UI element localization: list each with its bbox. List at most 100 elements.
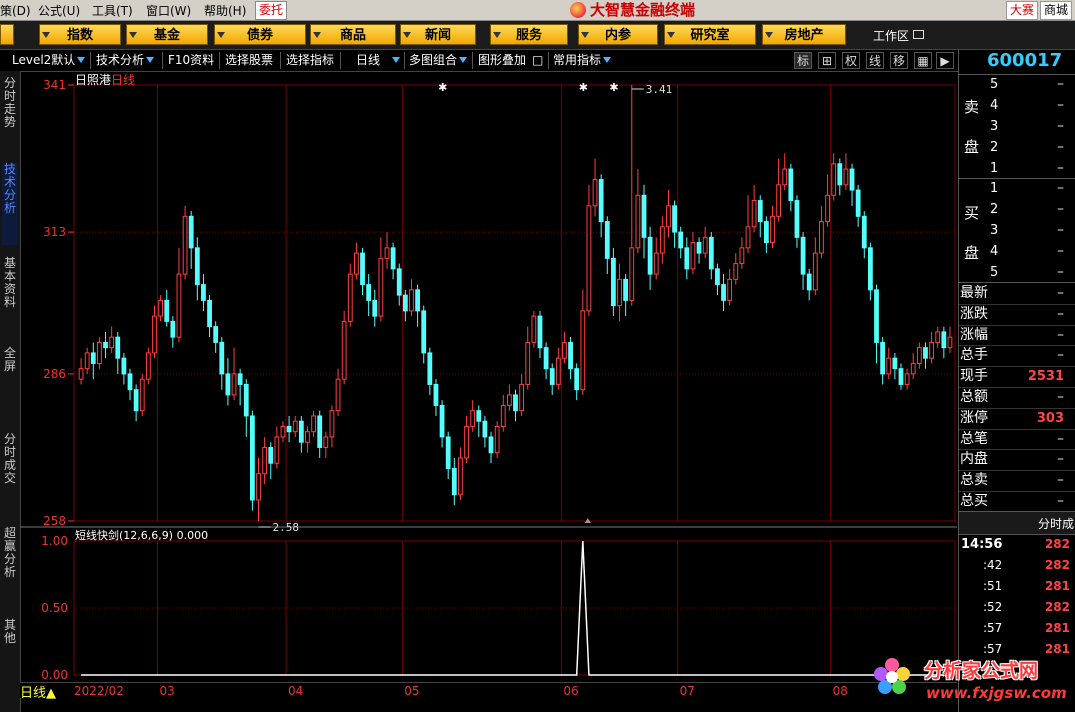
candle-body <box>653 252 659 275</box>
stat-label: 涨停 <box>960 409 988 426</box>
tab-fundamentals[interactable]: 基本资料 <box>2 257 18 327</box>
candle-body <box>170 320 176 338</box>
x-axis-labels: 2022/02 03 04 05 06 07 08 <box>74 684 848 698</box>
main-plot-frame <box>73 84 956 522</box>
overlay-button[interactable]: 图形叠加 <box>478 52 526 69</box>
candle-body <box>451 467 457 496</box>
dropdown-arrow-icon <box>77 57 86 63</box>
nav-button-fund[interactable]: 基金 <box>126 24 208 45</box>
candle-body <box>586 205 592 312</box>
line-button[interactable]: 线 <box>866 52 884 69</box>
period-dropdown[interactable]: 日线 <box>356 52 401 69</box>
stat-value: 2531 <box>1027 369 1064 385</box>
workzone-button[interactable]: 工作区 <box>873 27 924 44</box>
candle-body <box>525 341 531 385</box>
indicator-name: 短线快剑(12,6,6,9) <box>75 529 174 542</box>
dropdown-arrow-icon <box>667 32 675 38</box>
tab-super-analysis[interactable]: 超赢分析 <box>2 527 18 597</box>
nav-button-partial[interactable] <box>0 24 14 45</box>
candle-body <box>286 425 292 433</box>
candle-body <box>109 336 115 349</box>
candle-body <box>219 341 225 375</box>
tech-analysis-dropdown[interactable]: 技术分析 <box>96 52 155 69</box>
mark-button[interactable]: 标 <box>794 52 812 69</box>
stat-label: 总卖 <box>960 472 988 489</box>
candle-body <box>874 289 879 343</box>
nav-button-news[interactable]: 新闻 <box>400 24 476 45</box>
move-button[interactable]: 移 <box>890 52 908 69</box>
level-value: – <box>1057 243 1064 259</box>
candle-body <box>274 436 280 464</box>
sell-level-row: 4– <box>959 95 1075 116</box>
level-number: 4 <box>990 98 999 113</box>
x-axis-label: 05 <box>404 684 419 698</box>
menu-item-window[interactable]: 窗口(W) <box>146 2 191 19</box>
nav-button-index[interactable]: 指数 <box>39 24 121 45</box>
tab-intraday[interactable]: 分时走势 <box>2 77 18 147</box>
f10-button[interactable]: F10资料 <box>168 52 214 69</box>
nav-button-insider[interactable]: 内参 <box>578 24 658 45</box>
flower-logo-icon <box>874 658 910 694</box>
buy-level-row: 1– <box>959 178 1075 199</box>
menu-item-help[interactable]: 帮助(H) <box>204 2 246 19</box>
contest-button[interactable]: 大赛 <box>1006 1 1039 20</box>
nav-button-service[interactable]: 服务 <box>490 24 568 45</box>
stat-row: 总买 – <box>959 491 1075 512</box>
nav-button-commodity[interactable]: 商品 <box>310 24 396 45</box>
select-stock-button[interactable]: 选择股票 <box>225 52 273 69</box>
candle-body <box>194 247 200 286</box>
candle-body <box>500 404 506 427</box>
multi-chart-dropdown[interactable]: 多图组合 <box>409 52 468 69</box>
low-marker-label: 2.58 <box>273 521 300 534</box>
rights-button[interactable]: 权 <box>842 52 860 69</box>
candle-body <box>237 373 243 385</box>
buy-level-row: 5– <box>959 262 1075 283</box>
candle-body <box>390 247 396 270</box>
candle-body <box>782 168 788 186</box>
ticks-header: 分时成 <box>959 511 1075 535</box>
level-number: 4 <box>990 244 999 259</box>
menu-item-strategy[interactable]: 策(D) <box>0 2 31 19</box>
nav-button-research[interactable]: 研究室 <box>664 24 756 45</box>
candle-body <box>849 168 855 191</box>
candle-body <box>794 200 800 238</box>
candlestick-chart[interactable]: 341 313 286 258 1.00 0.50 0.00 3.41 2.58 ✱ ✱ ✱ <box>20 71 957 712</box>
level-value: – <box>1057 264 1064 280</box>
mall-button[interactable]: 商城 <box>1040 1 1073 20</box>
level-value: – <box>1057 201 1064 217</box>
weituo-button[interactable]: 委托 <box>255 1 288 20</box>
common-indicator-dropdown[interactable]: 常用指标 <box>553 52 612 69</box>
candle-body <box>837 163 843 186</box>
candle-body <box>623 278 629 301</box>
candle-body <box>494 425 500 454</box>
nav-button-realestate[interactable]: 房地产 <box>762 24 846 45</box>
nav-button-bond[interactable]: 债券 <box>214 24 306 45</box>
panel-toggle-icon[interactable]: ▶ <box>936 52 954 69</box>
stat-label: 总额 <box>960 389 988 405</box>
candle-body <box>843 168 849 186</box>
period-switch[interactable]: 日线▲ <box>20 682 56 701</box>
chart-area[interactable]: 341 313 286 258 1.00 0.50 0.00 3.41 2.58 ✱ ✱ ✱ 日照港日… <box>20 71 957 712</box>
candle-body <box>770 215 775 244</box>
select-indicator-button[interactable]: 选择指标 <box>286 52 334 69</box>
candle-body <box>335 378 341 412</box>
grid-button[interactable]: ⊞ <box>818 52 836 69</box>
menu-item-tools[interactable]: 工具(T) <box>92 2 133 19</box>
tab-tick-trades[interactable]: 分时成交 <box>2 433 18 503</box>
tab-technical[interactable]: 技术分析 <box>2 163 18 245</box>
tab-fullscreen[interactable]: 全屏 <box>2 347 18 383</box>
menu-item-formula[interactable]: 公式(U) <box>38 2 80 19</box>
tick-time: :42 <box>983 558 1003 572</box>
candle-body <box>825 194 830 223</box>
candle-body <box>904 373 910 385</box>
level-value: – <box>1057 180 1064 196</box>
level2-default-dropdown[interactable]: Level2默认 <box>12 52 86 69</box>
candle-body <box>84 352 90 370</box>
dropdown-arrow-icon <box>581 32 589 38</box>
candle-body <box>421 310 427 354</box>
lock-icon[interactable]: □ <box>532 52 543 69</box>
window-icon[interactable]: ▦ <box>914 52 932 69</box>
candle-body <box>164 299 170 322</box>
dropdown-arrow-icon <box>42 32 50 38</box>
tab-other[interactable]: 其他 <box>2 619 18 655</box>
